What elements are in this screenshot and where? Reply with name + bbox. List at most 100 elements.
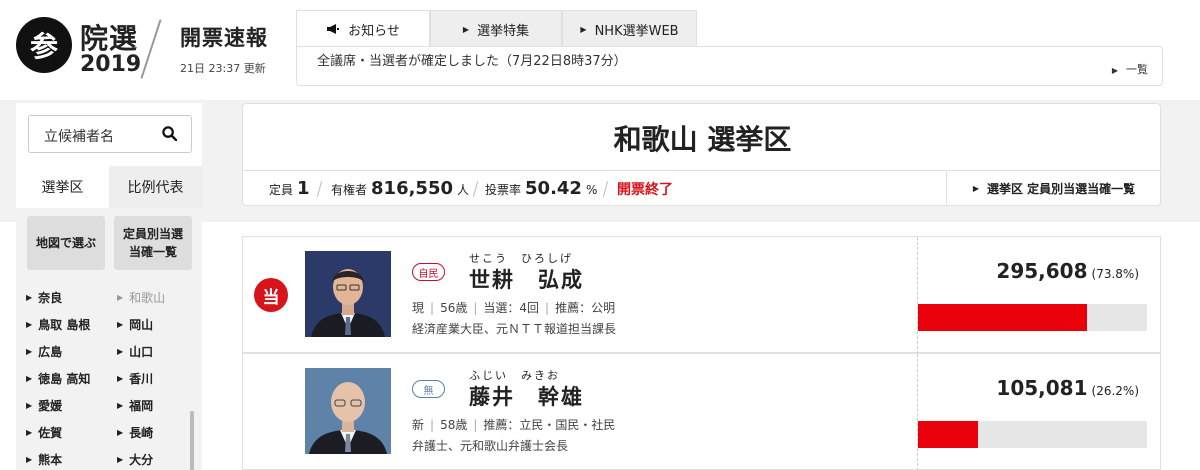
candidate-name[interactable]: 世耕 弘成 bbox=[469, 264, 584, 294]
vote-share-fill bbox=[918, 304, 1087, 331]
arrow-right-icon: ▶ bbox=[26, 428, 33, 437]
stat-divider bbox=[472, 181, 479, 197]
voters-stat: 有権者 816,550 人 bbox=[331, 178, 469, 199]
sidebar-scrollbar[interactable] bbox=[190, 411, 194, 470]
vote-count: 295,608 (73.8%) bbox=[943, 259, 1139, 283]
arrow-right-icon: ▶ bbox=[580, 24, 587, 34]
endorsement: 推薦：公明 bbox=[555, 301, 616, 315]
voters-label: 有権者 bbox=[331, 183, 368, 197]
tab-election-feature-label: 選挙特集 bbox=[477, 23, 530, 39]
prefecture-label: 熊本 bbox=[38, 453, 63, 467]
arrow-right-icon: ▶ bbox=[26, 401, 33, 410]
prefecture-link[interactable]: ▶ 奈良 bbox=[26, 289, 62, 306]
tab-constituency[interactable]: 選挙区 bbox=[16, 166, 109, 208]
prefecture-label: 岡山 bbox=[129, 318, 154, 332]
arrow-right-icon: ▶ bbox=[1111, 66, 1118, 75]
notice-bar: 全議席・当選者が確定しました（7月22日8時37分） ▶ 一覧 bbox=[296, 46, 1163, 86]
prefecture-link[interactable]: ▶ 佐賀 bbox=[26, 424, 62, 441]
tab-notice[interactable]: お知らせ bbox=[296, 10, 430, 47]
arrow-right-icon: ▶ bbox=[117, 320, 124, 329]
column-divider bbox=[917, 237, 918, 354]
votes-number: 105,081 bbox=[996, 376, 1088, 400]
arrow-right-icon: ▶ bbox=[117, 347, 124, 356]
prefecture-link[interactable]: ▶ 徳島 高知 bbox=[26, 370, 90, 387]
prefecture-link[interactable]: ▶ 広島 bbox=[26, 343, 62, 360]
tab-proportional[interactable]: 比例代表 bbox=[109, 166, 202, 208]
notice-list-label: 一覧 bbox=[1126, 63, 1148, 76]
election-logo-title[interactable]: 院選 bbox=[80, 17, 138, 57]
stat-divider bbox=[602, 181, 609, 197]
vote-share-bar bbox=[918, 421, 1147, 448]
prefecture-label: 大分 bbox=[129, 453, 154, 467]
votes-percent: (73.8%) bbox=[1091, 267, 1139, 281]
arrow-right-icon: ▶ bbox=[117, 455, 124, 464]
notice-text[interactable]: 全議席・当選者が確定しました（7月22日8時37分） bbox=[317, 50, 627, 69]
search-placeholder: 立候補者名 bbox=[44, 129, 114, 145]
election-logo-badge[interactable]: 参 bbox=[16, 17, 72, 73]
select-by-map-button[interactable]: 地図で選ぶ bbox=[27, 216, 105, 270]
arrow-right-icon: ▶ bbox=[26, 374, 33, 383]
tab-notice-label: お知らせ bbox=[348, 23, 400, 39]
tab-election-feature[interactable]: ▶ 選挙特集 bbox=[430, 10, 562, 47]
winners-list-link[interactable]: ▶ 選挙区 定員別当選当確一覧 bbox=[946, 171, 1161, 206]
arrow-right-icon: ▶ bbox=[117, 374, 124, 383]
arrow-right-icon: ▶ bbox=[117, 401, 124, 410]
arrow-right-icon: ▶ bbox=[26, 455, 33, 464]
vote-count: 105,081 (26.2%) bbox=[943, 376, 1139, 400]
incumbency-status: 新 bbox=[412, 418, 425, 432]
arrow-right-icon: ▶ bbox=[117, 428, 124, 437]
candidate-career: 弁護士、元和歌山弁護士会長 bbox=[412, 439, 569, 453]
times-elected: 当選：4回 bbox=[483, 301, 540, 315]
prefecture-link[interactable]: ▶ 岡山 bbox=[117, 316, 153, 333]
arrow-right-icon: ▶ bbox=[117, 293, 124, 302]
votes-number: 295,608 bbox=[996, 259, 1088, 283]
voters-unit: 人 bbox=[457, 183, 470, 197]
prefecture-label: 徳島 高知 bbox=[38, 372, 91, 386]
winners-list-button[interactable]: 定員別当選 当確一覧 bbox=[114, 216, 192, 270]
arrow-right-icon: ▶ bbox=[462, 24, 470, 34]
megaphone-icon bbox=[327, 24, 340, 34]
candidate-name[interactable]: 藤井 幹雄 bbox=[469, 381, 584, 411]
arrow-right-icon: ▶ bbox=[26, 347, 33, 356]
elected-badge: 当 bbox=[254, 278, 288, 312]
arrow-right-icon: ▶ bbox=[26, 320, 33, 329]
district-header: 和歌山 選挙区 定員 1 有権者 816,550 人 投票率 50.42 % 開… bbox=[242, 103, 1162, 206]
turnout-label: 投票率 bbox=[485, 183, 522, 197]
candidate-info: 新 | 58歳 | 推薦：立民・国民・社民 bbox=[412, 418, 616, 432]
notice-list-link[interactable]: ▶ 一覧 bbox=[1112, 61, 1148, 77]
voters-value: 816,550 bbox=[371, 178, 453, 199]
arrow-right-icon: ▶ bbox=[26, 293, 33, 302]
stat-divider bbox=[316, 181, 323, 197]
prefecture-link[interactable]: ▶ 大分 bbox=[117, 451, 153, 468]
prefecture-link[interactable]: ▶ 熊本 bbox=[26, 451, 62, 468]
tab-nhk-election-web[interactable]: ▶ NHK選挙WEB bbox=[562, 10, 697, 47]
prefecture-label: 山口 bbox=[129, 345, 154, 359]
party-badge: 無 bbox=[412, 380, 445, 398]
candidate-age: 56歳 bbox=[440, 301, 468, 315]
prefecture-link[interactable]: ▶ 長崎 bbox=[117, 424, 153, 441]
vote-share-bar bbox=[918, 304, 1147, 331]
candidate-photo bbox=[305, 368, 391, 454]
candidate-row[interactable]: 無 ふじい みきお 藤井 幹雄 新 | 58歳 | 推薦：立民・国民・社民 弁護士、元和… bbox=[242, 353, 1161, 470]
prefecture-link[interactable]: ▶ 和歌山 bbox=[117, 289, 165, 306]
prefecture-label: 佐賀 bbox=[38, 426, 63, 440]
candidate-row[interactable]: 当 自民 せこう ひろしげ 世耕 弘成 現 | 56歳 | 当選：4回 | 推薦：公明 経済… bbox=[242, 236, 1161, 354]
election-logo-year[interactable]: 2019 bbox=[80, 52, 141, 77]
sidebar: 立候補者名 選挙区 比例代表 地図で選ぶ 定員別当選 当確一覧 ▶ 奈良 ▶ 和歌山 ▶… bbox=[16, 103, 202, 470]
turnout-value: 50.42 bbox=[525, 178, 582, 199]
prefecture-label: 香川 bbox=[129, 372, 154, 386]
prefecture-label: 愛媛 bbox=[38, 399, 63, 413]
prefecture-label: 鳥取 島根 bbox=[38, 318, 91, 332]
vote-share-fill bbox=[918, 421, 978, 448]
candidate-photo bbox=[305, 251, 391, 337]
district-stats: 定員 1 有権者 816,550 人 投票率 50.42 % 開票終了 ▶ 選挙… bbox=[243, 170, 1162, 206]
candidate-search-input[interactable]: 立候補者名 bbox=[28, 115, 192, 153]
prefecture-link[interactable]: ▶ 山口 bbox=[117, 343, 153, 360]
search-icon[interactable] bbox=[162, 126, 177, 141]
prefecture-link[interactable]: ▶ 鳥取 島根 bbox=[26, 316, 90, 333]
prefecture-link[interactable]: ▶ 愛媛 bbox=[26, 397, 62, 414]
tab-nhk-election-web-label: NHK選挙WEB bbox=[594, 23, 679, 39]
prefecture-link[interactable]: ▶ 福岡 bbox=[117, 397, 153, 414]
prefecture-link[interactable]: ▶ 香川 bbox=[117, 370, 153, 387]
candidate-info: 現 | 56歳 | 当選：4回 | 推薦：公明 bbox=[412, 301, 616, 315]
